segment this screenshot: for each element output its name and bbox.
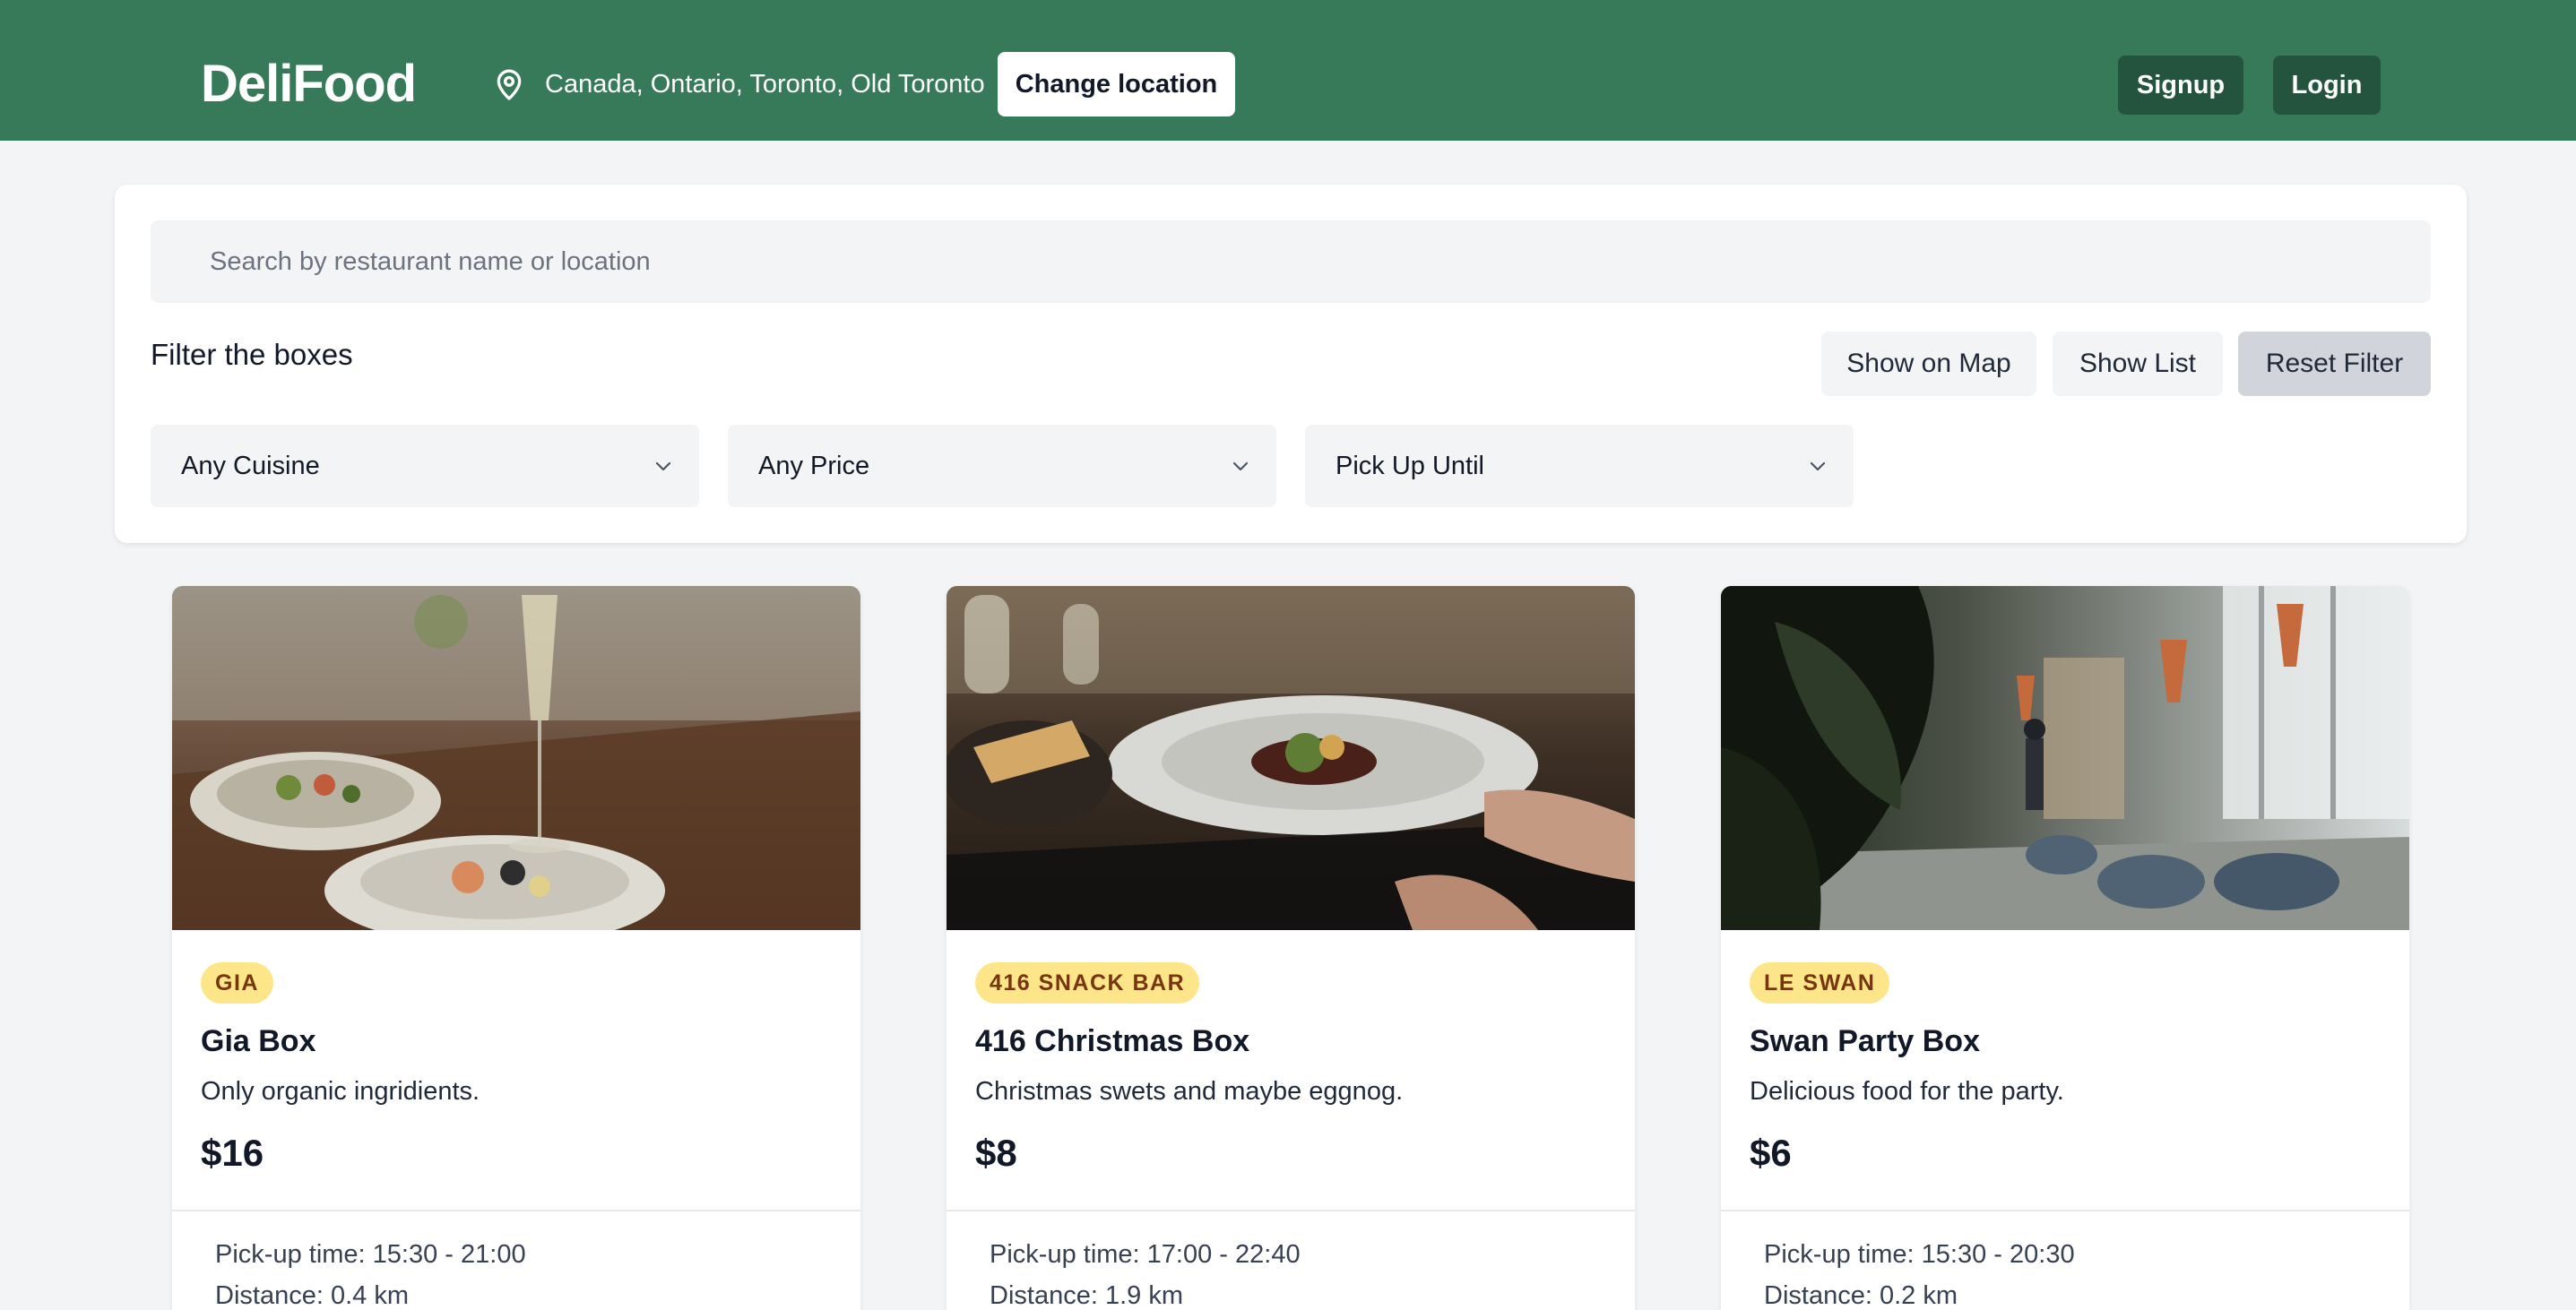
show-on-map-button[interactable]: Show on Map <box>1821 332 2036 396</box>
pickup-time: Pick-up time: 17:00 - 22:40 <box>990 1240 1301 1269</box>
chevron-down-icon <box>1810 461 1826 471</box>
box-card[interactable]: LE SWAN Swan Party Box Delicious food fo… <box>1721 586 2409 1310</box>
show-list-button[interactable]: Show List <box>2053 332 2223 396</box>
reset-filter-button[interactable]: Reset Filter <box>2238 332 2431 396</box>
pickup-time: Pick-up time: 15:30 - 20:30 <box>1764 1240 2075 1269</box>
box-image[interactable] <box>947 586 1635 930</box>
logo[interactable]: DeliFood <box>201 56 417 113</box>
card-divider <box>1721 1210 2409 1211</box>
box-image[interactable] <box>1721 586 2409 930</box>
restaurant-badge: LE SWAN <box>1750 962 1890 1004</box>
box-card[interactable]: GIA Gia Box Only organic ingridients. $1… <box>172 586 860 1310</box>
change-location-button[interactable]: Change location <box>998 52 1235 116</box>
distance: Distance: 1.9 km <box>990 1281 1183 1310</box>
card-divider <box>172 1210 860 1211</box>
box-description: Only organic ingridients. <box>201 1077 480 1106</box>
box-description: Delicious food for the party. <box>1750 1077 2064 1106</box>
top-navbar: DeliFood Canada, Ontario, Toronto, Old T… <box>0 0 2576 141</box>
restaurant-badge: 416 SNACK BAR <box>975 962 1200 1004</box>
box-price: $8 <box>975 1132 1017 1174</box>
box-title[interactable]: 416 Christmas Box <box>975 1021 1249 1061</box>
filter-panel: Filter the boxes Show on Map Show List R… <box>115 185 2467 543</box>
price-select[interactable]: Any Price <box>728 425 1276 507</box>
chevron-down-icon <box>655 461 671 471</box>
box-title[interactable]: Swan Party Box <box>1750 1021 1980 1061</box>
pickup-time: Pick-up time: 15:30 - 21:00 <box>215 1240 526 1269</box>
current-location: Canada, Ontario, Toronto, Old Toronto <box>545 70 985 99</box>
search-input[interactable] <box>151 220 2431 303</box>
cuisine-select[interactable]: Any Cuisine <box>151 425 699 507</box>
box-price: $6 <box>1750 1132 1792 1174</box>
card-divider <box>947 1210 1635 1211</box>
map-pin-icon <box>497 69 522 100</box>
box-card[interactable]: 416 SNACK BAR 416 Christmas Box Christma… <box>947 586 1635 1310</box>
box-image[interactable] <box>172 586 860 930</box>
box-description: Christmas swets and maybe eggnog. <box>975 1077 1404 1106</box>
cuisine-select-value: Any Cuisine <box>181 452 320 480</box>
filter-title: Filter the boxes <box>151 338 353 371</box>
box-price: $16 <box>201 1132 264 1174</box>
price-select-value: Any Price <box>758 452 870 480</box>
pickup-until-select-value: Pick Up Until <box>1336 452 1484 480</box>
signup-button[interactable]: Signup <box>2118 56 2243 115</box>
chevron-down-icon <box>1232 461 1249 471</box>
restaurant-badge: GIA <box>201 962 273 1004</box>
box-title[interactable]: Gia Box <box>201 1021 316 1061</box>
login-button[interactable]: Login <box>2273 56 2381 115</box>
distance: Distance: 0.4 km <box>215 1281 409 1310</box>
pickup-until-select[interactable]: Pick Up Until <box>1305 425 1854 507</box>
distance: Distance: 0.2 km <box>1764 1281 1958 1310</box>
